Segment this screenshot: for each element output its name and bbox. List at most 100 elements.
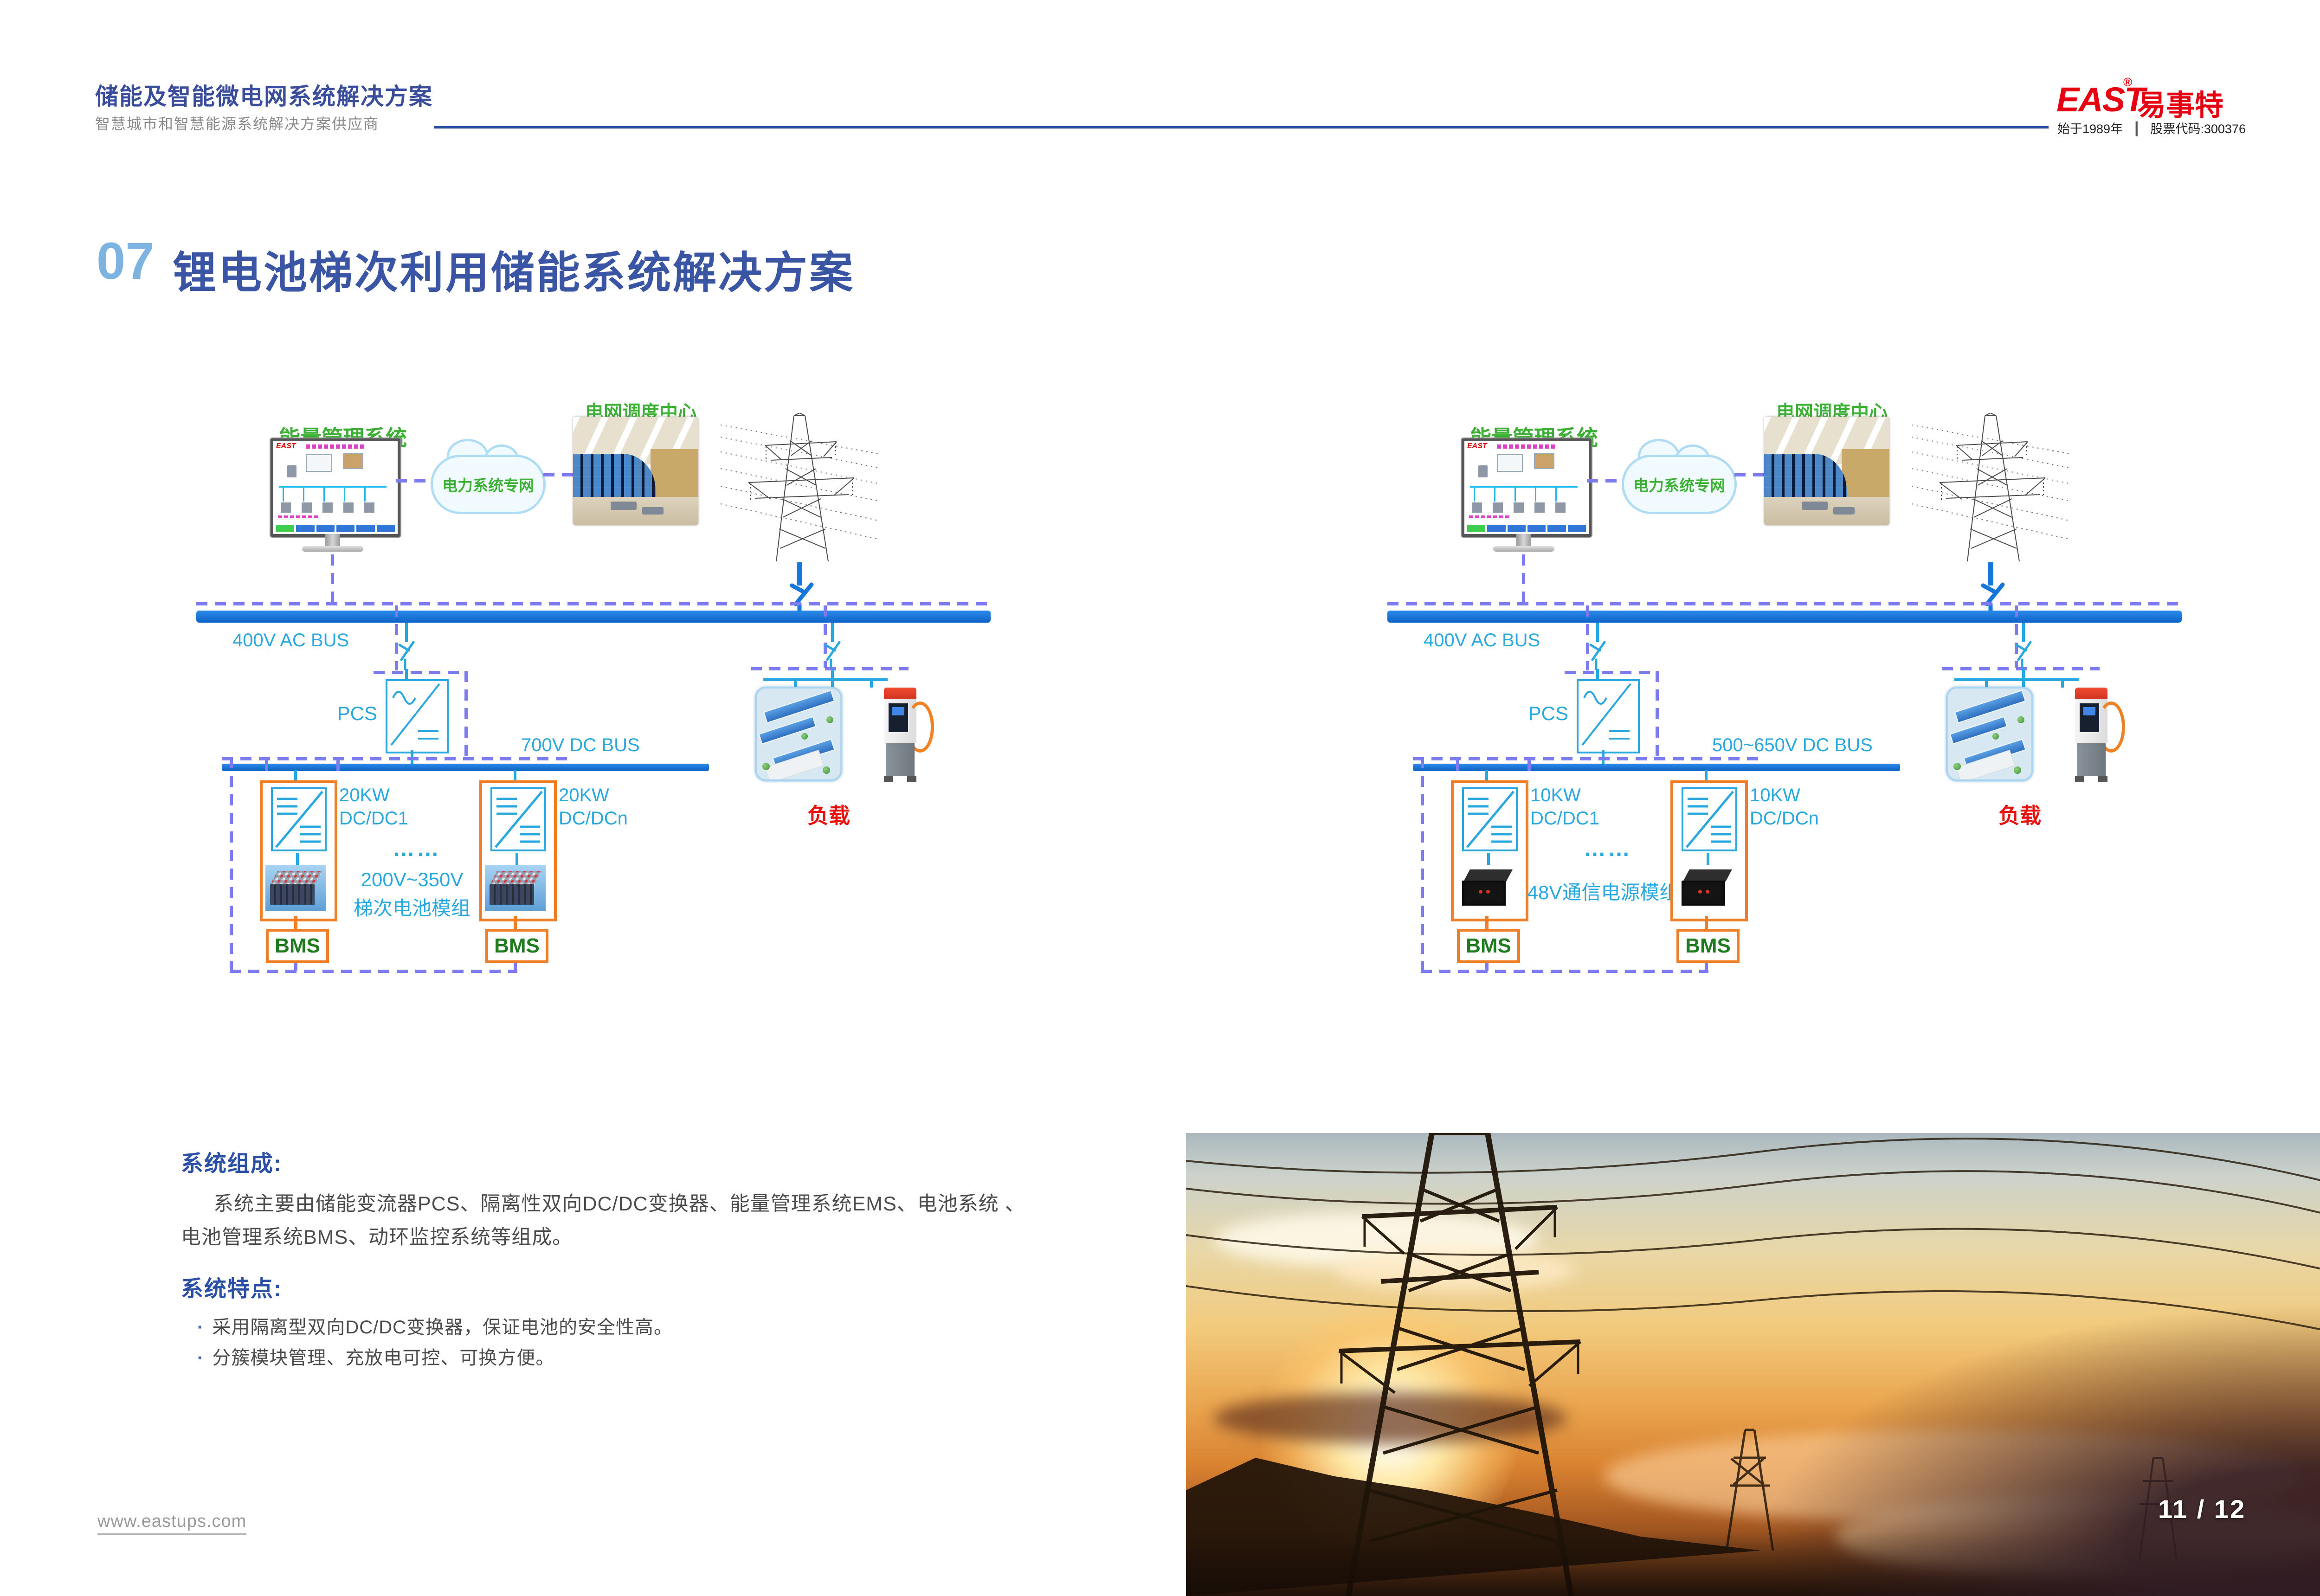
battery-front (270, 884, 315, 905)
transmission-tower-icon (721, 413, 878, 566)
dc-comm-dashed (222, 757, 574, 760)
ems-screen-device (1478, 465, 1488, 477)
comm-bottom-dashed (230, 970, 517, 973)
system-diagram-right: 能量管理系统 EAST 电力系统专网 电网调度中心 (1387, 394, 2182, 993)
feature-text: 采用隔离型双向DC/DC变换器，保证电池的安全性高。 (212, 1317, 673, 1338)
dcdcn-power: 10KW (1750, 785, 1800, 806)
ems-screen-feeders (283, 488, 383, 502)
monitor-base (1493, 546, 1554, 552)
power-module-image (1676, 865, 1737, 911)
monitor-stand (1516, 534, 1531, 546)
registered-mark-icon: ® (2123, 75, 2132, 90)
ems-screen-status-text (278, 515, 320, 518)
tree (2014, 766, 2021, 774)
charger-screen (889, 703, 908, 732)
building-roof (1954, 690, 2026, 723)
ems-screen-status-text (1469, 515, 1511, 518)
bms1-link (1485, 916, 1489, 929)
bms2-label: BMS (1685, 934, 1731, 958)
pcs-comm-down (1656, 671, 1659, 760)
module-top (1683, 869, 1732, 882)
bms2-link (1705, 916, 1708, 929)
load-label: 负载 (780, 799, 877, 830)
dcdc1-power: 20KW (339, 785, 390, 806)
composition-title: 系统组成: (181, 1145, 282, 1178)
bullet-icon: · (197, 1317, 204, 1338)
battery-pack-image (265, 865, 326, 911)
ems-screen-panel (306, 454, 332, 472)
logo-tagline: 始于1989年 ┃ 股票代码:300376 (2057, 119, 2246, 137)
pcs-box (386, 679, 449, 753)
charger-cabinet (886, 743, 915, 776)
ems-screen-toolbar (1467, 525, 1586, 532)
charger-screen (2080, 703, 2099, 732)
page-title: 储能及智能微电网系统解决方案 (95, 78, 433, 111)
ev-charger-image (882, 688, 923, 783)
feature-item: · 采用隔离型双向DC/DC变换器，保证电池的安全性高。 (197, 1312, 673, 1339)
dcdcn-feeder (514, 770, 516, 781)
dcdcn-feeder (1705, 770, 1708, 781)
charger-head (2075, 688, 2107, 699)
dcdc1-power: 10KW (1530, 785, 1581, 806)
dispatch-center-image (1764, 417, 1889, 525)
tree (2017, 716, 2024, 723)
module-terminal (1706, 890, 1709, 894)
ems-screen-panel (1497, 454, 1523, 472)
building-roof (763, 690, 835, 723)
ems-screen-brand: EAST (1467, 442, 1487, 450)
factory-building-image (1946, 687, 2033, 781)
module-terminal (1486, 890, 1490, 894)
battery-label-line1: 48V通信电源模组 (1522, 877, 1684, 905)
charger-drop (2061, 678, 2064, 688)
ems-screen-image (343, 453, 363, 469)
dcdc-converter-icon (271, 787, 327, 852)
pcs-comm-down (464, 671, 468, 760)
tree (762, 763, 770, 770)
dcdc1-name: DC/DC1 (1530, 808, 1599, 829)
battery-label-line1: 200V~350V (331, 869, 493, 891)
pcs-feeder2 (1596, 669, 1599, 680)
bms1-label: BMS (1466, 934, 1511, 958)
dc-bus-label: 700V DC BUS (521, 735, 640, 756)
ems-comm-link (1522, 554, 1525, 602)
header-divider-line (434, 126, 2049, 129)
load-comm-tap (751, 667, 909, 670)
control-room-desk (611, 502, 637, 510)
charger-foot (2075, 776, 2084, 782)
control-room-desk (1802, 502, 1828, 510)
control-room-wall (651, 449, 698, 498)
comm-left-drop (230, 757, 233, 972)
power-network-cloud-icon: 电力系统专网 (431, 455, 546, 514)
charger-foot (884, 776, 893, 782)
comm-bus-dashed (196, 602, 991, 605)
charger-drop (870, 678, 873, 688)
ems-monitor: EAST (1462, 438, 1592, 537)
dcdc-batt-link (1487, 853, 1490, 865)
comm-bottom-dashed (1421, 970, 1708, 973)
sunset-transmission-photo: 11 / 12 (1186, 1133, 2320, 1596)
dcdc-batt-link (296, 853, 299, 865)
charger-foot (907, 776, 916, 782)
composition-line1: 系统主要由储能变流器PCS、隔离性双向DC/DC变换器、能量管理系统EMS、电池… (213, 1188, 1025, 1216)
dcdc-converter-icon (490, 787, 547, 852)
ems-screen-toolbar (276, 525, 395, 532)
pcs-converter-icon (387, 681, 443, 748)
logo-founded: 始于1989年 (2057, 122, 2123, 136)
battery-pack-image (485, 865, 546, 911)
bms1-box: BMS (266, 929, 329, 963)
dcdc1-feeder (1485, 770, 1488, 781)
bms2-label: BMS (494, 934, 540, 958)
ellipsis: …… (363, 836, 470, 862)
feature-item: ·分簇模块管理、充放电可控、可换方便。 (197, 1343, 554, 1370)
ellipsis: …… (1554, 836, 1661, 862)
charger-display (892, 707, 904, 715)
battery-label-line2: 梯次电池模组 (331, 893, 493, 921)
dcdc-batt-link (516, 853, 518, 865)
ems-screen-device (287, 465, 296, 477)
grid-breaker-icon (1973, 582, 2010, 614)
link-ems-cloud (1587, 479, 1625, 483)
photo-corner-vignette (1686, 1271, 2320, 1596)
load-label: 负载 (1971, 799, 2069, 830)
module-terminal (1698, 890, 1702, 894)
ac-bus-label: 400V AC BUS (232, 630, 349, 651)
